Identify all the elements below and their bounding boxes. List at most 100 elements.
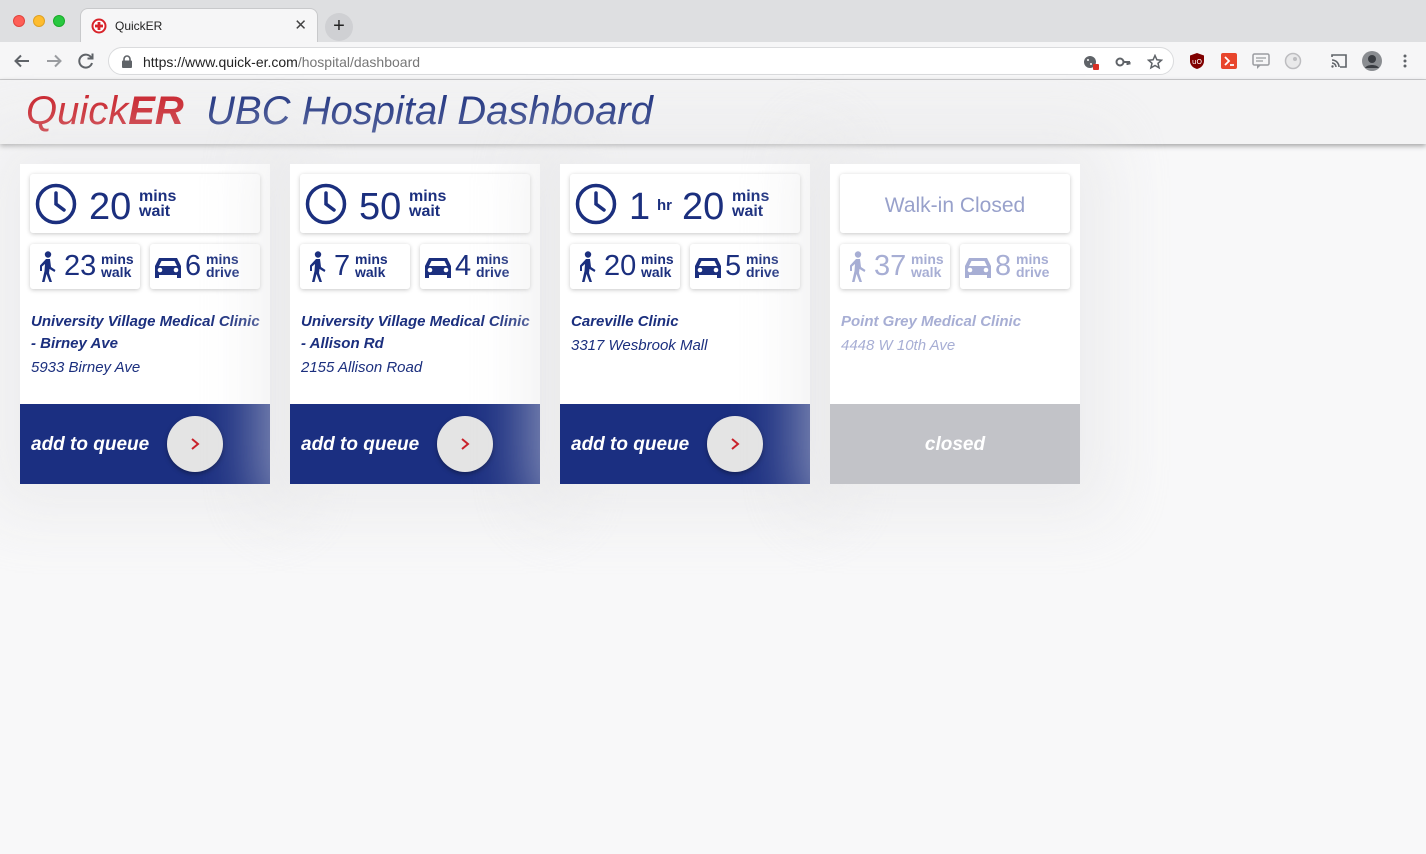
add-to-queue-button[interactable]: add to queue (560, 404, 810, 484)
bookmark-star-icon[interactable] (1147, 54, 1163, 70)
quicker-logo[interactable]: QuickER (26, 89, 184, 134)
clinic-card: 50 mins wait 7 mins walk 4 mins drive Unive… (290, 164, 540, 484)
clinic-card: 1 hr 20 mins wait 20 mins walk 5 mins drive… (560, 164, 810, 484)
queue-arrow-button[interactable] (707, 416, 763, 472)
drive-time-box: 8 mins drive (960, 244, 1070, 289)
clock-icon (35, 183, 77, 225)
wait-unit-wait: wait (139, 203, 171, 220)
wait-time-box: 50 mins wait (300, 174, 530, 233)
wait-hours: 1 (629, 186, 651, 228)
address-bar[interactable]: https://www.quick-er.com/hospital/dashbo… (108, 47, 1174, 75)
wait-hour-unit: hr (657, 197, 672, 214)
tab-close-icon[interactable]: ✕ (294, 16, 307, 34)
ublock-shield-icon[interactable]: uO (1188, 52, 1206, 70)
closed-status-bar: closed (830, 404, 1080, 484)
car-icon (695, 258, 721, 278)
url-text: https://www.quick-er.com/hospital/dashbo… (143, 54, 420, 70)
chevron-right-icon (461, 438, 470, 450)
clinic-name: Careville Clinic (571, 313, 679, 330)
add-to-queue-label: add to queue (31, 434, 150, 455)
add-to-queue-button[interactable]: add to queue (20, 404, 270, 484)
walk-unit-label: mins walk (101, 252, 134, 279)
car-icon (965, 258, 991, 278)
walk-in-status-box: Walk-in Closed (840, 174, 1070, 233)
walk-minutes: 23 (64, 250, 97, 282)
wait-unit-wait: wait (409, 203, 441, 220)
walking-person-icon (40, 251, 56, 282)
kebab-menu-icon[interactable] (1396, 52, 1414, 70)
clinic-address: 2155 Allison Road (301, 359, 423, 376)
walking-person-icon (580, 251, 596, 282)
chat-bubble-extension-icon[interactable] (1252, 52, 1270, 70)
walk-unit-walk: walk (641, 264, 672, 280)
tab-title: QuickER (115, 19, 163, 33)
walk-time-box: 7 mins walk (300, 244, 410, 289)
queue-arrow-button[interactable] (437, 416, 493, 472)
car-icon (155, 258, 181, 278)
key-icon[interactable] (1115, 54, 1131, 70)
wait-unit-label: mins wait (139, 189, 176, 220)
profile-avatar[interactable] (1362, 51, 1382, 71)
browser-tab-bar: QuickER ✕ + (0, 0, 1426, 42)
back-arrow-icon[interactable] (11, 50, 33, 72)
add-to-queue-button[interactable]: add to queue (290, 404, 540, 484)
chevron-right-icon (191, 438, 200, 450)
circle-extension-icon[interactable] (1284, 52, 1302, 70)
orange-extension-icon[interactable] (1220, 52, 1238, 70)
drive-unit-label: mins drive (206, 252, 239, 279)
brand-er: ER (128, 89, 184, 133)
url-path: /hospital/dashboard (297, 54, 421, 70)
wait-minutes: 50 (359, 186, 402, 228)
drive-unit-label: mins drive (1016, 252, 1050, 280)
clinic-name: University Village Medical Clinic - Alli… (301, 313, 530, 352)
page-header: QuickER UBC Hospital Dashboard (0, 80, 1426, 144)
page-title: UBC Hospital Dashboard (206, 89, 653, 133)
brand-quick: Quick (26, 89, 129, 133)
wait-unit-label: mins wait (409, 189, 446, 220)
walk-time-box: 37 mins walk (840, 244, 950, 289)
drive-minutes: 8 (995, 250, 1012, 282)
wait-unit-label: mins wait (732, 189, 769, 220)
wait-time-box: 20 mins wait (30, 174, 260, 233)
walk-unit-label: mins walk (355, 252, 388, 280)
drive-time-box: 6 mins drive (150, 244, 260, 289)
walk-time-box: 20 mins walk (570, 244, 680, 289)
add-to-queue-label: add to queue (571, 434, 690, 455)
window-close-button[interactable] (13, 15, 25, 27)
walking-person-icon (850, 251, 866, 282)
closed-label: closed (924, 434, 986, 455)
queue-arrow-button[interactable] (167, 416, 223, 472)
wait-minutes: 20 (682, 186, 725, 228)
drive-minutes: 4 (455, 250, 472, 282)
clinic-card-closed: Walk-in Closed 37 mins walk 8 mins drive P… (830, 164, 1080, 484)
drive-minutes: 5 (725, 250, 742, 282)
walk-unit-walk: walk (911, 264, 942, 280)
clock-icon (305, 183, 347, 225)
walk-unit-walk: walk (355, 264, 386, 280)
red-cross-favicon-icon (91, 18, 107, 34)
wait-time-box: 1 hr 20 mins wait (570, 174, 800, 233)
drive-unit-drive: drive (1016, 264, 1050, 280)
walk-unit-label: mins walk (641, 252, 674, 280)
new-tab-button[interactable]: + (325, 13, 353, 41)
walk-minutes: 7 (334, 250, 351, 282)
cast-icon[interactable] (1330, 52, 1348, 70)
add-to-queue-label: add to queue (301, 434, 420, 455)
browser-tab-quicker[interactable]: QuickER ✕ (80, 8, 318, 42)
car-icon (425, 258, 451, 278)
cookie-blocked-icon[interactable] (1083, 54, 1099, 70)
url-host: https://www.quick-er.com (143, 54, 298, 70)
clinic-address: 4448 W 10th Ave (841, 337, 956, 354)
drive-unit-drive: drive (746, 264, 780, 280)
wait-minutes: 20 (89, 186, 132, 228)
reload-icon[interactable] (75, 50, 97, 72)
clinic-address: 5933 Birney Ave (31, 359, 141, 376)
walk-minutes: 37 (874, 250, 907, 282)
drive-minutes: 6 (185, 250, 202, 282)
drive-unit-drive: drive (476, 264, 510, 280)
window-minimize-button[interactable] (33, 15, 45, 27)
window-zoom-button[interactable] (53, 15, 65, 27)
forward-arrow-icon[interactable] (43, 50, 65, 72)
walk-unit-label: mins walk (911, 252, 944, 280)
clinic-card: 20 mins wait 23 mins walk 6 mins drive Univ… (20, 164, 270, 484)
